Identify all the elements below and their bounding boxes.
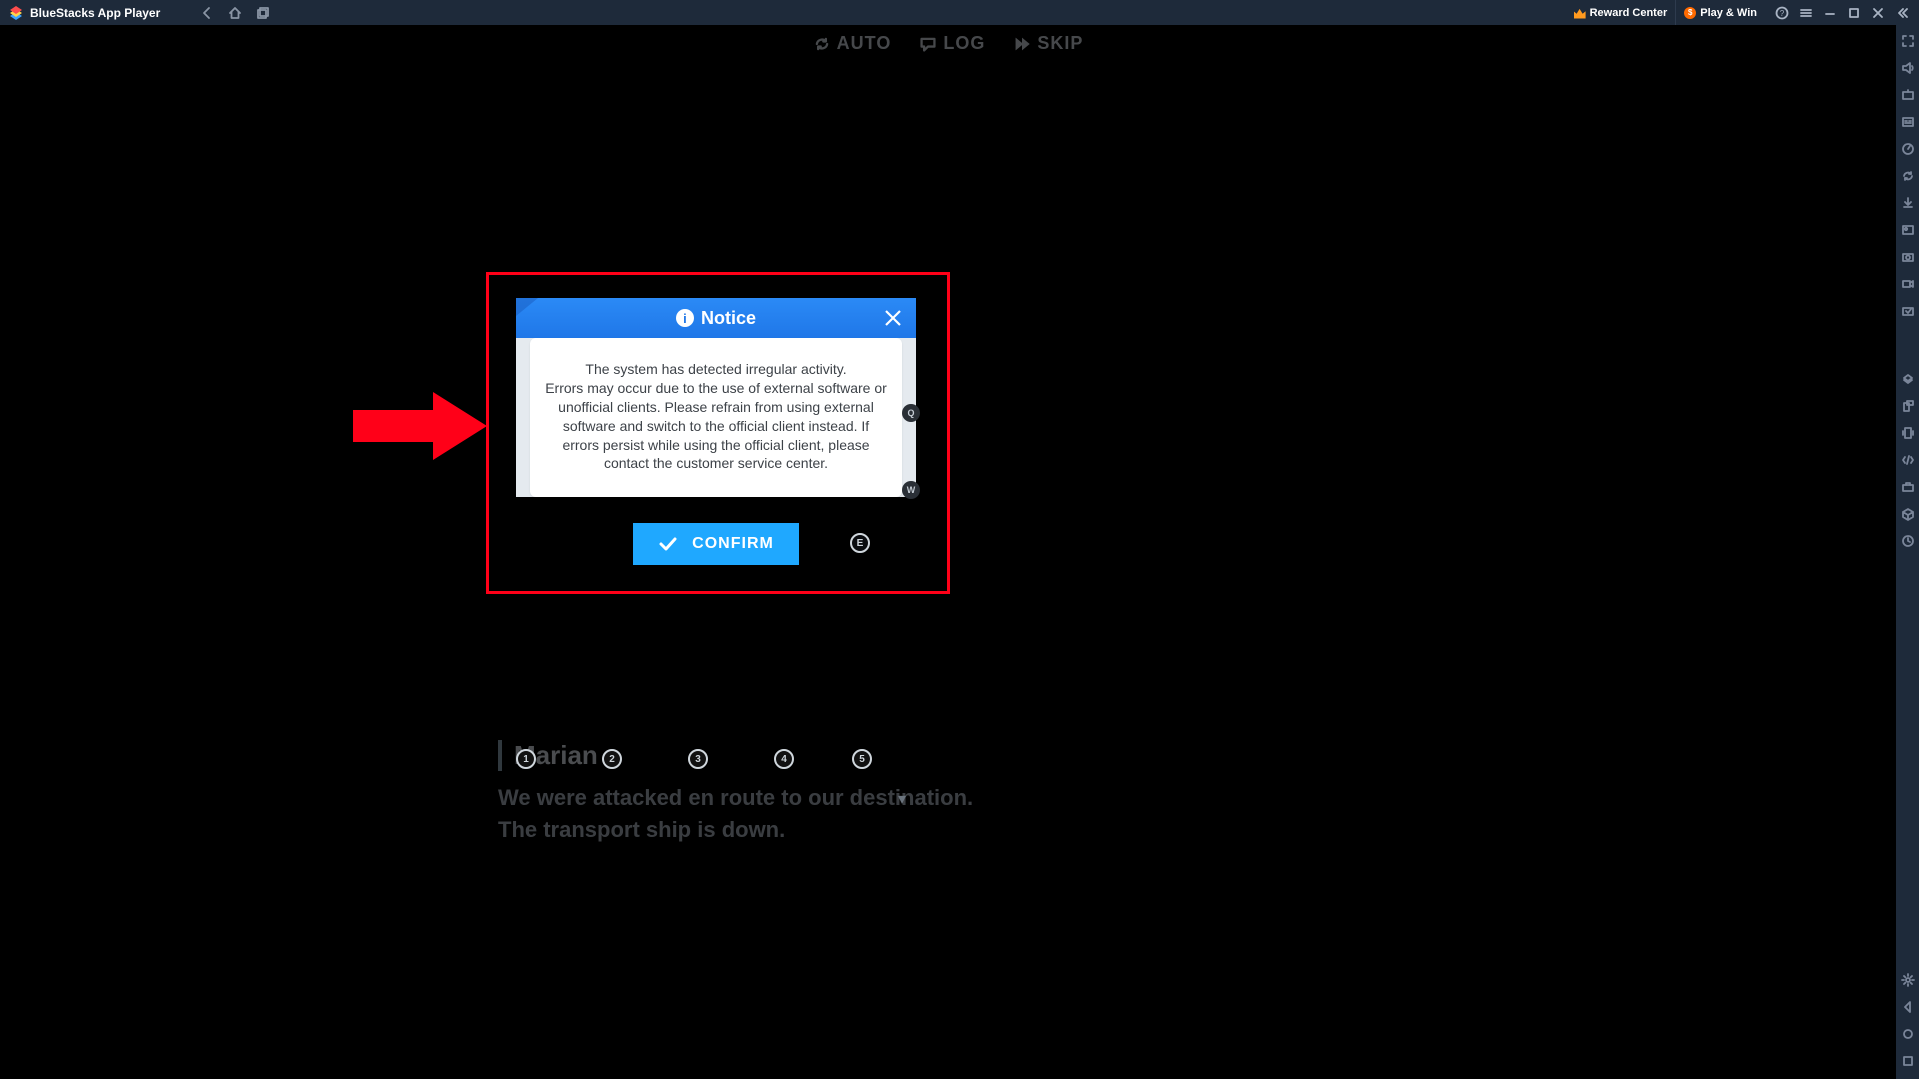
svg-text:?: ?	[1780, 9, 1785, 18]
camera-icon[interactable]	[1900, 249, 1916, 265]
settings-icon[interactable]	[1900, 972, 1916, 988]
record-icon[interactable]	[1900, 276, 1916, 292]
recents-icon[interactable]	[256, 6, 270, 20]
controls-icon[interactable]	[1900, 114, 1916, 130]
rotate-icon[interactable]	[1900, 398, 1916, 414]
nav-back-icon[interactable]	[1900, 999, 1916, 1015]
shake-icon[interactable]	[1900, 425, 1916, 441]
game-viewport: AUTO LOG SKIP Marian We were attacked en…	[0, 25, 1896, 1079]
notice-header: i Notice	[516, 298, 916, 338]
confirm-button[interactable]: CONFIRM	[633, 523, 799, 565]
dialogue-line-1: We were attacked en route to our destina…	[498, 785, 1398, 811]
sync-icon[interactable]	[1900, 168, 1916, 184]
speaker-name: Marian	[514, 740, 1398, 771]
auto-label: AUTO	[837, 33, 892, 54]
notice-body: The system has detected irregular activi…	[530, 338, 902, 497]
script-icon[interactable]	[1900, 452, 1916, 468]
reward-center-label: Reward Center	[1590, 7, 1668, 19]
titlebar: BlueStacks App Player Reward Center $ Pl…	[0, 0, 1919, 25]
keyboard-icon[interactable]	[1900, 87, 1916, 103]
skip-label: SKIP	[1037, 33, 1083, 54]
right-sidebar	[1896, 25, 1919, 1079]
nav-home-icon[interactable]	[1900, 1026, 1916, 1042]
help-icon[interactable]: ?	[1775, 6, 1789, 20]
maximize-icon[interactable]	[1847, 6, 1861, 20]
play-and-win-label: Play & Win	[1700, 7, 1757, 19]
reward-center-button[interactable]: Reward Center	[1566, 0, 1677, 25]
volume-icon[interactable]	[1900, 60, 1916, 76]
screenshot-icon[interactable]	[1900, 222, 1916, 238]
app-title: BlueStacks App Player	[30, 6, 160, 20]
play-and-win-button[interactable]: $ Play & Win	[1676, 7, 1765, 19]
notice-body-line-1: The system has detected irregular activi…	[544, 360, 888, 379]
dialogue-box: Marian We were attacked en route to our …	[498, 740, 1398, 849]
minimize-icon[interactable]	[1823, 6, 1837, 20]
confirm-label: CONFIRM	[692, 535, 774, 553]
info-icon: i	[676, 309, 694, 327]
scroll-down-icon: ▾	[898, 789, 906, 809]
clock-icon[interactable]	[1900, 533, 1916, 549]
skip-button[interactable]: SKIP	[1013, 33, 1083, 54]
bluestacks-logo-icon	[8, 5, 24, 21]
nav-recents-icon[interactable]	[1900, 1053, 1916, 1069]
performance-icon[interactable]	[1900, 141, 1916, 157]
auto-button[interactable]: AUTO	[813, 33, 892, 54]
hotkey-e-badge: E	[850, 533, 870, 553]
hotkey-q-badge: Q	[902, 404, 920, 422]
hamburger-menu-icon[interactable]	[1799, 6, 1813, 20]
coin-icon: $	[1684, 7, 1696, 19]
back-icon[interactable]	[200, 6, 214, 20]
box-icon[interactable]	[1900, 506, 1916, 522]
close-icon[interactable]	[1871, 6, 1885, 20]
notice-title-text: Notice	[701, 308, 756, 329]
notice-dialog: i Notice The system has detected irregul…	[516, 298, 916, 565]
log-button[interactable]: LOG	[919, 33, 985, 54]
multi-instance-icon[interactable]	[1900, 371, 1916, 387]
game-topbar: AUTO LOG SKIP	[0, 33, 1896, 54]
crown-icon	[1574, 7, 1586, 19]
macro-icon[interactable]	[1900, 303, 1916, 319]
notice-close-button[interactable]	[880, 305, 906, 331]
collapse-sidebar-icon[interactable]	[1895, 6, 1909, 20]
home-icon[interactable]	[228, 6, 242, 20]
fullscreen-icon[interactable]	[1900, 33, 1916, 49]
notice-body-line-2: Errors may occur due to the use of exter…	[544, 379, 888, 473]
log-label: LOG	[943, 33, 985, 54]
install-apk-icon[interactable]	[1900, 195, 1916, 211]
check-icon	[658, 534, 678, 554]
dialogue-line-2: The transport ship is down.	[498, 817, 1398, 843]
toolbox-icon[interactable]	[1900, 479, 1916, 495]
